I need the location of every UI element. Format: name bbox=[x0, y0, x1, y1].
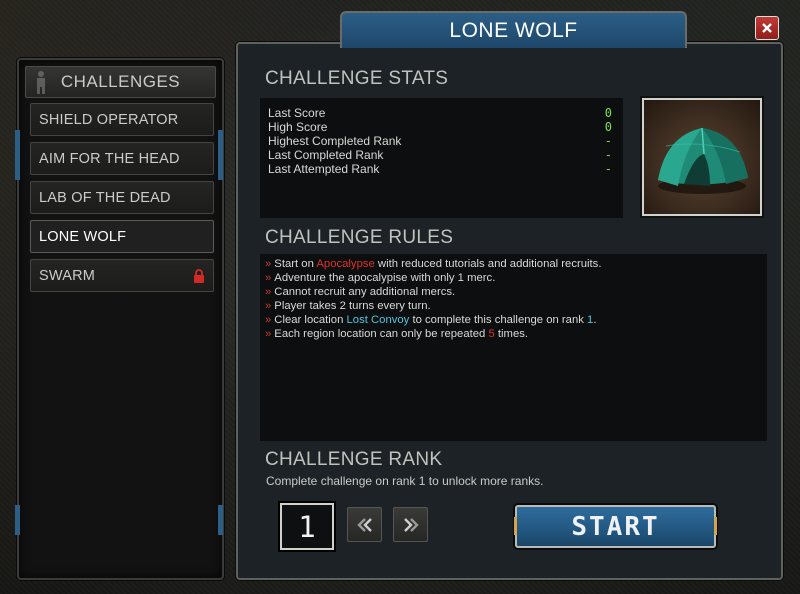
challenge-item-label: SWARM bbox=[39, 267, 96, 284]
stat-label: High Score bbox=[268, 120, 328, 134]
rule-text: Start on bbox=[274, 258, 317, 270]
stat-value: - bbox=[604, 148, 612, 162]
panel-accent-stripe bbox=[15, 505, 20, 535]
rules-title: CHALLENGE RULES bbox=[265, 227, 454, 248]
challenge-detail-panel: CHALLENGE STATS Last Score 0 High Score … bbox=[236, 42, 783, 580]
stat-label: Highest Completed Rank bbox=[268, 134, 402, 148]
rules-box: » Start on Apocalypse with reduced tutori… bbox=[260, 254, 767, 441]
stat-row: Last Score 0 bbox=[268, 106, 618, 120]
title-tab: LONE WOLF bbox=[340, 11, 687, 48]
bullet-icon: » bbox=[265, 314, 272, 326]
stat-row: Last Completed Rank - bbox=[268, 148, 618, 162]
stat-row: Last Attempted Rank - bbox=[268, 162, 618, 176]
stat-value: - bbox=[604, 162, 612, 176]
challenges-panel: CHALLENGES SHIELD OPERATOR AIM FOR THE H… bbox=[15, 58, 224, 580]
challenge-item-aim-for-the-head[interactable]: AIM FOR THE HEAD bbox=[30, 142, 214, 175]
start-label: START bbox=[571, 511, 660, 542]
rank-title: CHALLENGE RANK bbox=[265, 449, 443, 470]
stat-value: - bbox=[604, 134, 612, 148]
button-notch bbox=[714, 517, 717, 535]
challenge-item-lone-wolf[interactable]: LONE WOLF bbox=[30, 220, 214, 253]
stat-row: High Score 0 bbox=[268, 120, 618, 134]
rule-line: » Player takes 2 turns every turn. bbox=[265, 300, 431, 312]
stat-row: Highest Completed Rank - bbox=[268, 134, 618, 148]
rule-text: times. bbox=[494, 328, 529, 340]
double-chevron-left-icon bbox=[356, 517, 372, 532]
stat-label: Last Attempted Rank bbox=[268, 162, 380, 176]
challenge-item-swarm[interactable]: SWARM bbox=[30, 259, 214, 292]
bullet-icon: » bbox=[265, 272, 272, 284]
rule-line: » Each region location can only be repeat… bbox=[265, 328, 528, 340]
stat-label: Last Completed Rank bbox=[268, 148, 384, 162]
close-icon bbox=[762, 23, 772, 33]
rank-prev-button[interactable] bbox=[347, 507, 382, 542]
challenge-list: SHIELD OPERATOR AIM FOR THE HEAD LAB OF … bbox=[30, 103, 214, 298]
panel-accent-stripe bbox=[218, 505, 223, 535]
rule-highlight: Apocalypse bbox=[316, 258, 375, 270]
page-title: LONE WOLF bbox=[449, 18, 578, 42]
rule-text: . bbox=[593, 314, 597, 326]
panel-accent-stripe bbox=[15, 130, 20, 180]
button-notch bbox=[514, 517, 517, 535]
rule-text: Cannot recruit any additional mercs. bbox=[274, 286, 456, 298]
stat-value: 0 bbox=[604, 120, 612, 134]
rank-next-button[interactable] bbox=[393, 507, 428, 542]
rule-line: » Cannot recruit any additional mercs. bbox=[265, 286, 455, 298]
rule-text: Each region location can only be repeate… bbox=[274, 328, 489, 340]
challenge-item-shield-operator[interactable]: SHIELD OPERATOR bbox=[30, 103, 214, 136]
stats-title: CHALLENGE STATS bbox=[265, 68, 449, 89]
lock-icon bbox=[194, 269, 204, 283]
rule-text: to complete this challenge on rank bbox=[409, 314, 588, 326]
rank-value: 1 bbox=[298, 509, 316, 544]
stat-value: 0 bbox=[604, 106, 612, 120]
rule-line: » Clear location Lost Convoy to complete … bbox=[265, 314, 596, 326]
challenge-item-label: SHIELD OPERATOR bbox=[39, 111, 179, 128]
stats-box: Last Score 0 High Score 0 Highest Comple… bbox=[260, 98, 623, 218]
rule-line: » Adventure the apocalypise with only 1 m… bbox=[265, 272, 495, 284]
challenge-item-label: LAB OF THE DEAD bbox=[39, 189, 171, 206]
rule-text: Adventure the apocalypise with only 1 me… bbox=[274, 272, 496, 284]
panel-accent-stripe bbox=[218, 130, 223, 180]
rank-note: Complete challenge on rank 1 to unlock m… bbox=[266, 474, 544, 488]
challenge-image bbox=[642, 98, 762, 216]
challenges-title: CHALLENGES bbox=[60, 72, 181, 91]
challenge-item-label: AIM FOR THE HEAD bbox=[39, 150, 180, 167]
bullet-icon: » bbox=[265, 300, 272, 312]
rule-text: with reduced tutorials and additional re… bbox=[374, 258, 602, 270]
start-button[interactable]: START bbox=[514, 505, 717, 548]
rule-text: Clear location bbox=[274, 314, 347, 326]
double-chevron-right-icon bbox=[403, 517, 419, 532]
close-button[interactable] bbox=[755, 16, 779, 40]
rule-text: Player takes 2 turns every turn. bbox=[274, 300, 431, 312]
tent-icon bbox=[658, 127, 748, 194]
challenges-header: CHALLENGES bbox=[25, 66, 216, 98]
stat-label: Last Score bbox=[268, 106, 326, 120]
soldier-icon bbox=[37, 71, 45, 94]
challenge-item-lab-of-the-dead[interactable]: LAB OF THE DEAD bbox=[30, 181, 214, 214]
bullet-icon: » bbox=[265, 286, 272, 298]
bullet-icon: » bbox=[265, 328, 272, 340]
rank-display: 1 bbox=[280, 503, 334, 550]
bullet-icon: » bbox=[265, 258, 272, 270]
rule-line: » Start on Apocalypse with reduced tutori… bbox=[265, 258, 601, 270]
rule-highlight: Lost Convoy bbox=[346, 314, 410, 326]
challenge-item-label: LONE WOLF bbox=[39, 228, 127, 245]
